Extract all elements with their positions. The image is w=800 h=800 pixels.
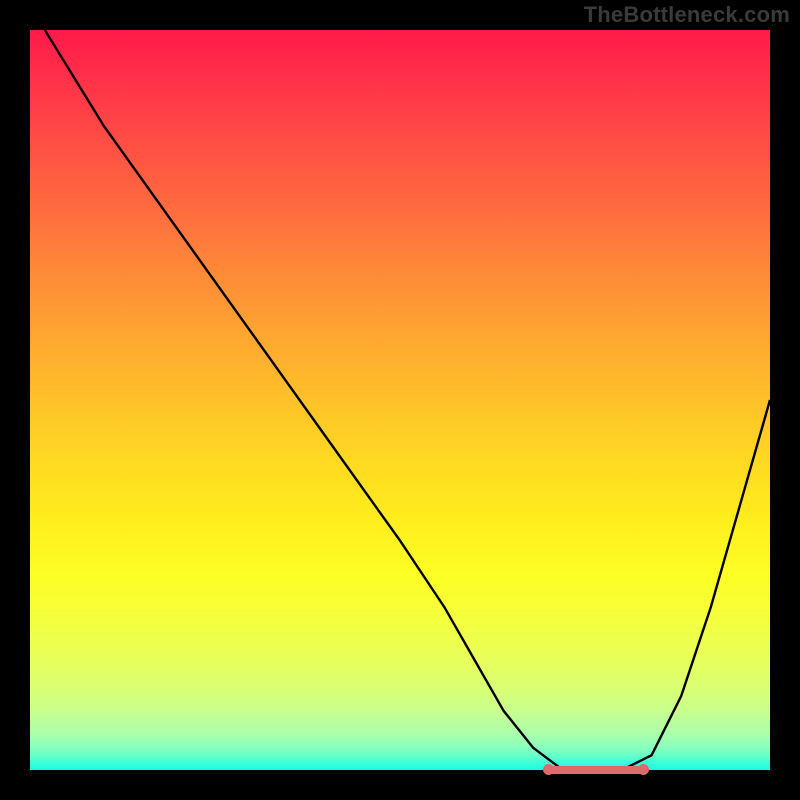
watermark-text: TheBottleneck.com xyxy=(584,2,790,28)
flat-region-marker-right-dot xyxy=(638,764,649,775)
flat-region-marker-left-dot xyxy=(543,764,554,775)
plot-area xyxy=(30,30,770,770)
chart-frame: TheBottleneck.com xyxy=(0,0,800,800)
flat-region-marker xyxy=(548,766,644,774)
